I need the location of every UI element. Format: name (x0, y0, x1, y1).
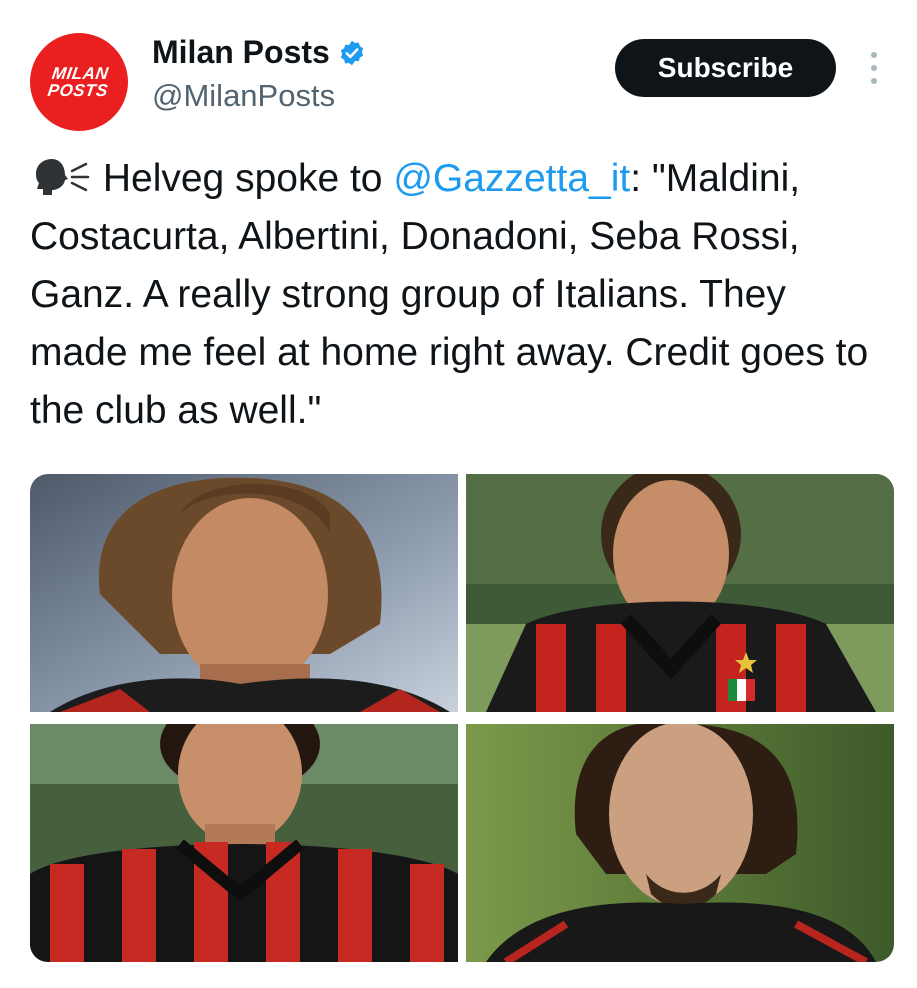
author-handle[interactable]: @MilanPosts (152, 78, 335, 114)
more-options-icon[interactable] (862, 50, 886, 86)
tweet-text-part: Helveg spoke to (92, 157, 394, 200)
photo-player-4[interactable] (466, 724, 894, 962)
verified-badge-icon (340, 40, 363, 65)
photo-player-3[interactable] (30, 724, 458, 962)
media-grid (30, 474, 894, 962)
author-display-name[interactable]: Milan Posts (152, 34, 330, 71)
tweet-text: Helveg spoke to @Gazzetta_it: "Maldini, … (30, 150, 890, 440)
author-avatar[interactable]: MILAN POSTS (30, 33, 128, 131)
avatar-logo-text: MILAN POSTS (46, 64, 110, 100)
author-name-row: Milan Posts (152, 34, 366, 71)
mention-link[interactable]: @Gazzetta_it (393, 157, 630, 200)
photo-player-2[interactable] (466, 474, 894, 712)
tweet-post: MILAN POSTS Milan Posts @MilanPosts Subs… (0, 0, 917, 988)
photo-player-1[interactable] (30, 474, 458, 712)
speaking-head-icon (36, 159, 90, 195)
subscribe-button[interactable]: Subscribe (615, 39, 836, 97)
